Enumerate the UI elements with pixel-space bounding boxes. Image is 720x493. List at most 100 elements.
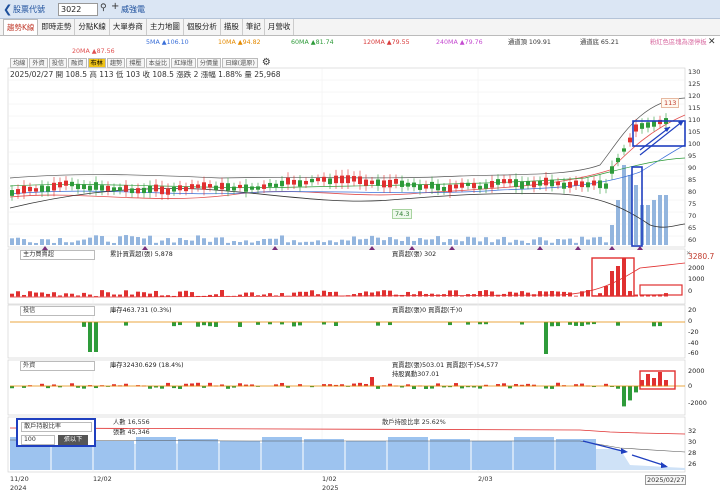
p1-bar: [16, 291, 20, 297]
candle-body: [238, 184, 242, 189]
date-label: 1/02: [322, 475, 337, 483]
candle-body: [124, 185, 128, 192]
candle-body: [454, 184, 458, 189]
candle-body: [196, 184, 200, 188]
candle-body: [226, 183, 230, 191]
volume-bar: [154, 242, 158, 245]
volume-bar: [502, 236, 506, 245]
p1-bar: [514, 292, 518, 297]
candle-body: [598, 180, 602, 189]
date-label: 11/20: [10, 475, 29, 483]
volume-bar: [472, 237, 476, 245]
panel1-select[interactable]: 主力買賣超: [20, 250, 95, 260]
p1-bar: [112, 294, 116, 297]
candle-body: [274, 183, 278, 188]
p1-bar: [40, 292, 44, 297]
axis-tick: 26: [688, 460, 697, 468]
p1-bar: [160, 295, 164, 297]
p3-bar: [160, 386, 164, 389]
candle-body: [22, 185, 26, 194]
candle-body: [634, 124, 638, 132]
p2-bar: [172, 322, 176, 327]
volume-bar: [496, 239, 500, 245]
volume-bar: [184, 240, 188, 245]
volume-bar: [556, 239, 560, 245]
candle-body: [118, 187, 122, 191]
price-axis: 130 125 120 115 110 105 100 95 90 85 80 …: [688, 68, 718, 248]
volume-bar: [166, 238, 170, 245]
p2-bar: [544, 322, 548, 354]
candle-body: [460, 182, 464, 188]
p2-bar: [298, 322, 302, 326]
p1-bar: [82, 292, 86, 297]
panel4-select[interactable]: 散戶持股比率: [21, 422, 92, 432]
p2-bar: [574, 322, 578, 326]
volume-bar: [112, 242, 116, 245]
volume-bar: [364, 238, 368, 245]
candle-body: [232, 186, 236, 191]
candle-body: [478, 185, 482, 190]
p1-bar: [310, 290, 314, 297]
date-label: 2/03: [478, 475, 493, 483]
candle-body: [418, 184, 422, 190]
candle-body: [370, 180, 374, 185]
retail-bar: [262, 437, 302, 470]
candle-body: [316, 178, 320, 182]
candle-body: [40, 185, 44, 192]
candle-body: [502, 179, 506, 184]
axis-tick: 90: [688, 164, 697, 172]
p3-bar: [148, 386, 152, 389]
date-year: 2025: [322, 484, 339, 492]
candle-body: [544, 177, 548, 186]
candle-body: [466, 182, 470, 186]
p1-bar: [106, 292, 110, 297]
panel4-people: 人數 16,556: [113, 419, 150, 426]
candle-body: [10, 190, 14, 196]
p2-bar: [550, 322, 554, 327]
axis-tick: 95: [688, 152, 697, 160]
candle-body: [142, 187, 146, 194]
date-year: 2024: [10, 484, 27, 492]
candle-body: [406, 182, 410, 187]
candle-body: [346, 175, 350, 184]
p1-bar: [76, 295, 80, 297]
candle-body: [70, 181, 74, 187]
p1-bar: [58, 295, 62, 297]
candle-body: [190, 184, 194, 189]
axis-tick: 0: [688, 382, 693, 390]
volume-bar: [376, 237, 380, 245]
volume-bar: [304, 241, 308, 245]
p1-bar: [190, 292, 194, 297]
volume-bar: [658, 195, 662, 245]
axis-tick: -2000: [688, 399, 707, 407]
volume-bar: [274, 238, 278, 245]
volume-bar: [466, 236, 470, 245]
volume-bar: [94, 235, 98, 245]
p1-bar: [94, 295, 98, 297]
candle-body: [322, 176, 326, 182]
retail-bar: [178, 439, 218, 470]
volume-bar: [508, 242, 512, 245]
candle-body: [652, 121, 656, 127]
volume-bar: [310, 241, 314, 245]
panel4-unit-button[interactable]: 張以下: [58, 435, 88, 445]
volume-bar: [358, 239, 362, 245]
axis-tick: 75: [688, 200, 697, 208]
volume-bar: [346, 240, 350, 245]
p3-bar: [616, 386, 620, 389]
panel2-select[interactable]: 投信: [20, 306, 95, 316]
candle-body: [508, 179, 512, 184]
panel3-select[interactable]: 外資: [20, 361, 95, 371]
volume-bar: [580, 236, 584, 245]
candle-body: [394, 178, 398, 184]
p2-bar: [124, 322, 128, 326]
p2-bar: [94, 322, 98, 352]
candle-body: [436, 184, 440, 191]
volume-bar: [430, 239, 434, 245]
panel4-threshold-input[interactable]: 100: [21, 435, 55, 445]
volume-bar: [22, 239, 26, 245]
axis-tick: 2000: [688, 367, 705, 375]
candle-body: [538, 180, 542, 186]
axis-tick: 125: [688, 80, 701, 88]
volume-bar: [484, 237, 488, 245]
